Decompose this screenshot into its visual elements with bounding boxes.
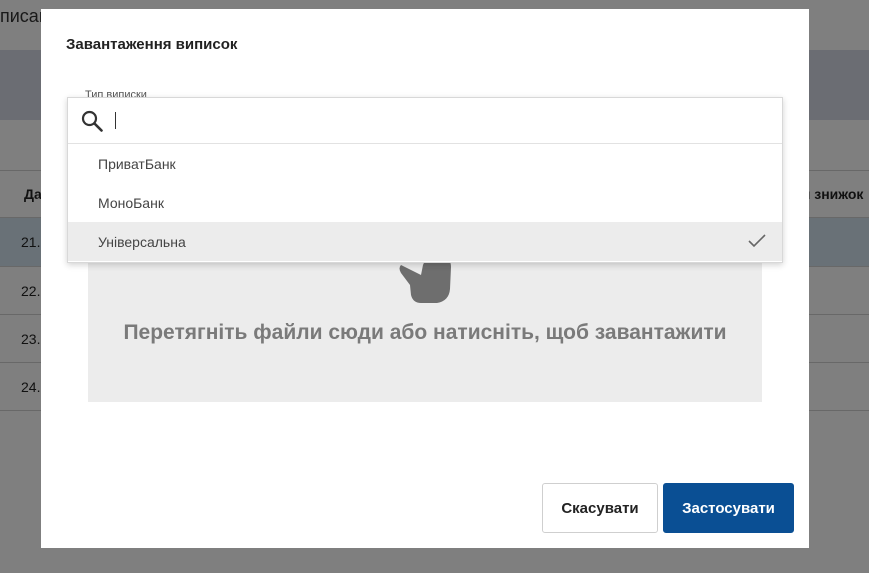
text-caret bbox=[115, 112, 116, 129]
checkmark-icon bbox=[748, 234, 766, 248]
option-universal[interactable]: Універсальна bbox=[68, 222, 782, 261]
cancel-button[interactable]: Скасувати bbox=[542, 483, 658, 533]
option-privatbank[interactable]: ПриватБанк bbox=[68, 144, 782, 183]
dropdown-search-input[interactable] bbox=[114, 108, 754, 134]
dropzone-text: Перетягніть файли сюди або натисніть, що… bbox=[123, 321, 727, 344]
apply-button[interactable]: Застосувати bbox=[663, 483, 794, 533]
search-icon bbox=[81, 110, 103, 132]
option-label: ПриватБанк bbox=[98, 155, 176, 172]
upload-statements-modal: Завантаження виписок Тип виписки Перетяг… bbox=[41, 9, 809, 548]
option-monobank[interactable]: МоноБанк bbox=[68, 183, 782, 222]
statement-type-dropdown: ПриватБанк МоноБанк Універсальна bbox=[67, 97, 783, 263]
option-label: Універсальна bbox=[98, 233, 186, 250]
modal-title: Завантаження виписок bbox=[66, 36, 238, 53]
option-label: МоноБанк bbox=[98, 194, 164, 211]
dropdown-search bbox=[68, 98, 782, 144]
hand-icon bbox=[399, 259, 451, 303]
